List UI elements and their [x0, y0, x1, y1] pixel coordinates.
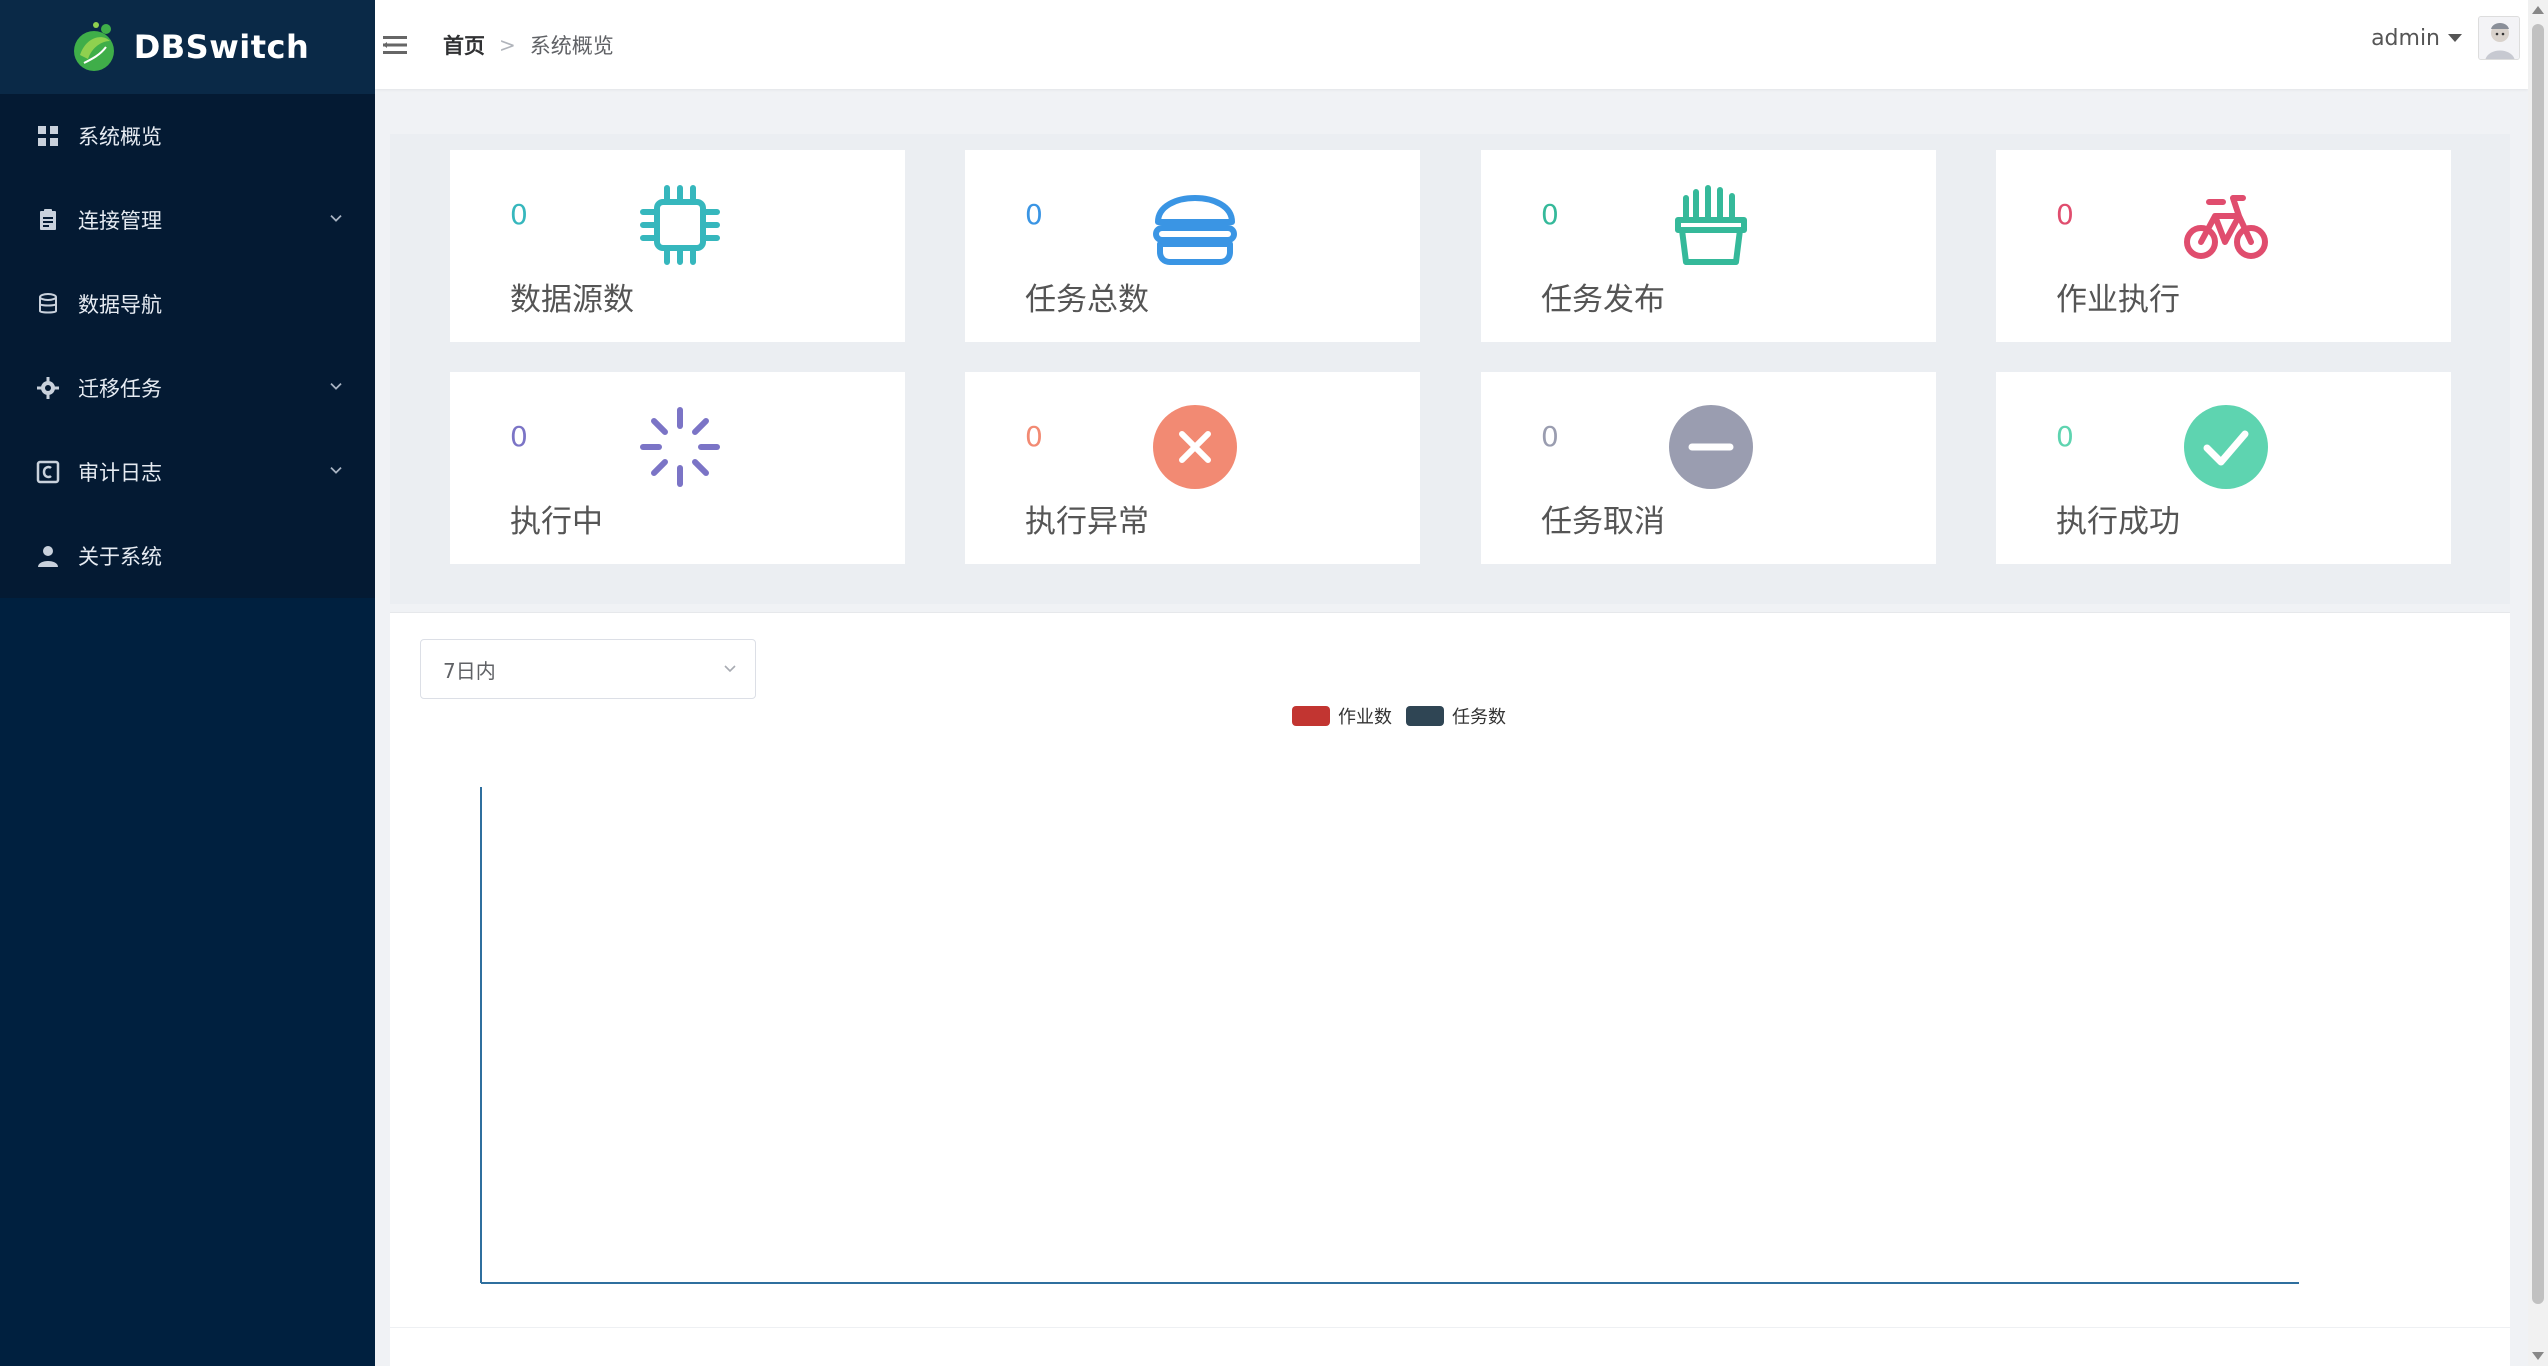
breadcrumb: 首页 > 系统概览 — [443, 30, 614, 60]
dbswitch-logo-icon — [73, 22, 114, 71]
stat-value: 0 — [510, 420, 528, 453]
gear-icon — [36, 376, 60, 400]
stat-value: 0 — [2056, 198, 2074, 231]
stat-value: 0 — [2056, 420, 2074, 453]
user-name[interactable]: admin — [2371, 26, 2440, 51]
scroll-down-icon[interactable] — [2532, 1352, 2544, 1360]
sidebar: DBSwitch 系统概览 连接管理 数据导航 迁移任务 审计日志 关于系统 — [0, 0, 375, 1366]
stat-label: 任务总数 — [1025, 282, 1149, 318]
minus-circle-icon — [1666, 402, 1756, 492]
stat-label: 数据源数 — [510, 282, 634, 318]
breadcrumb-current: 系统概览 — [529, 33, 614, 58]
chart-panel: 7日内 作业数 任务数 — [390, 612, 2510, 1327]
stat-card-total-tasks[interactable]: 0 任务总数 — [965, 150, 1420, 342]
stat-card-execution-success[interactable]: 0 执行成功 — [1996, 372, 2451, 564]
error-circle-icon — [1150, 402, 1240, 492]
stat-label: 执行中 — [510, 504, 603, 540]
burger-icon — [1150, 180, 1240, 270]
check-circle-icon — [2181, 402, 2271, 492]
stat-value: 0 — [1025, 198, 1043, 231]
chip-icon — [635, 180, 725, 270]
stat-value: 0 — [1541, 198, 1559, 231]
user-menu[interactable]: admin — [2371, 16, 2520, 60]
stat-label: 执行异常 — [1025, 504, 1149, 540]
breadcrumb-home[interactable]: 首页 — [443, 30, 485, 60]
stat-card-job-execution[interactable]: 0 作业执行 — [1996, 150, 2451, 342]
stat-value: 0 — [1541, 420, 1559, 453]
sidebar-item-data-navigation[interactable]: 数据导航 — [0, 262, 375, 346]
loading-icon — [635, 402, 725, 492]
chevron-down-icon — [330, 466, 342, 474]
chevron-down-icon — [330, 382, 342, 390]
stat-label: 作业执行 — [2056, 282, 2180, 318]
stat-card-task-cancel[interactable]: 0 任务取消 — [1481, 372, 1936, 564]
sidebar-item-connections[interactable]: 连接管理 — [0, 178, 375, 262]
hamburger-menu-icon[interactable] — [381, 31, 409, 59]
stat-card-task-publish[interactable]: 0 任务发布 — [1481, 150, 1936, 342]
breadcrumb-separator-icon: > — [499, 32, 516, 57]
database-icon — [36, 292, 60, 316]
stat-label: 任务发布 — [1541, 282, 1665, 318]
stat-label: 任务取消 — [1541, 504, 1665, 540]
stat-label: 执行成功 — [2056, 504, 2180, 540]
stat-value: 0 — [510, 198, 528, 231]
sidebar-item-label: 连接管理 — [78, 209, 162, 233]
scrollbar-thumb[interactable] — [2532, 24, 2544, 1304]
top-header: 首页 > 系统概览 admin — [375, 0, 2528, 89]
log-icon — [36, 460, 60, 484]
fries-icon — [1666, 180, 1756, 270]
sidebar-item-label: 数据导航 — [78, 293, 162, 317]
sidebar-menu: 系统概览 连接管理 数据导航 迁移任务 审计日志 关于系统 — [0, 94, 375, 598]
sidebar-item-migration-tasks[interactable]: 迁移任务 — [0, 346, 375, 430]
bicycle-icon — [2181, 180, 2271, 270]
user-icon — [36, 544, 60, 568]
stat-card-datasources[interactable]: 0 数据源数 — [450, 150, 905, 342]
sidebar-item-overview[interactable]: 系统概览 — [0, 94, 375, 178]
stat-value: 0 — [1025, 420, 1043, 453]
app-logo[interactable]: DBSwitch — [0, 0, 375, 94]
sidebar-item-audit-log[interactable]: 审计日志 — [0, 430, 375, 514]
stat-card-running[interactable]: 0 执行中 — [450, 372, 905, 564]
sidebar-item-label: 系统概览 — [78, 125, 162, 149]
chevron-down-icon — [330, 214, 342, 222]
grid-icon — [36, 124, 60, 148]
page-footer-strip — [390, 1327, 2510, 1366]
caret-down-icon[interactable] — [2448, 34, 2462, 42]
scroll-up-icon[interactable] — [2532, 6, 2544, 14]
sidebar-item-label: 迁移任务 — [78, 377, 162, 401]
sidebar-item-label: 审计日志 — [78, 461, 162, 485]
avatar[interactable] — [2478, 16, 2520, 60]
app-name: DBSwitch — [133, 28, 310, 66]
stat-card-execution-error[interactable]: 0 执行异常 — [965, 372, 1420, 564]
sidebar-item-about[interactable]: 关于系统 — [0, 514, 375, 598]
clipboard-icon — [36, 208, 60, 232]
sidebar-item-label: 关于系统 — [78, 545, 162, 569]
stats-panel: 0 数据源数 0 任务总数 0 任务发布 0 作业执行 0 执行中 0 执行异常… — [390, 134, 2510, 604]
line-chart — [480, 787, 2299, 1284]
vertical-scrollbar[interactable] — [2528, 0, 2548, 1366]
